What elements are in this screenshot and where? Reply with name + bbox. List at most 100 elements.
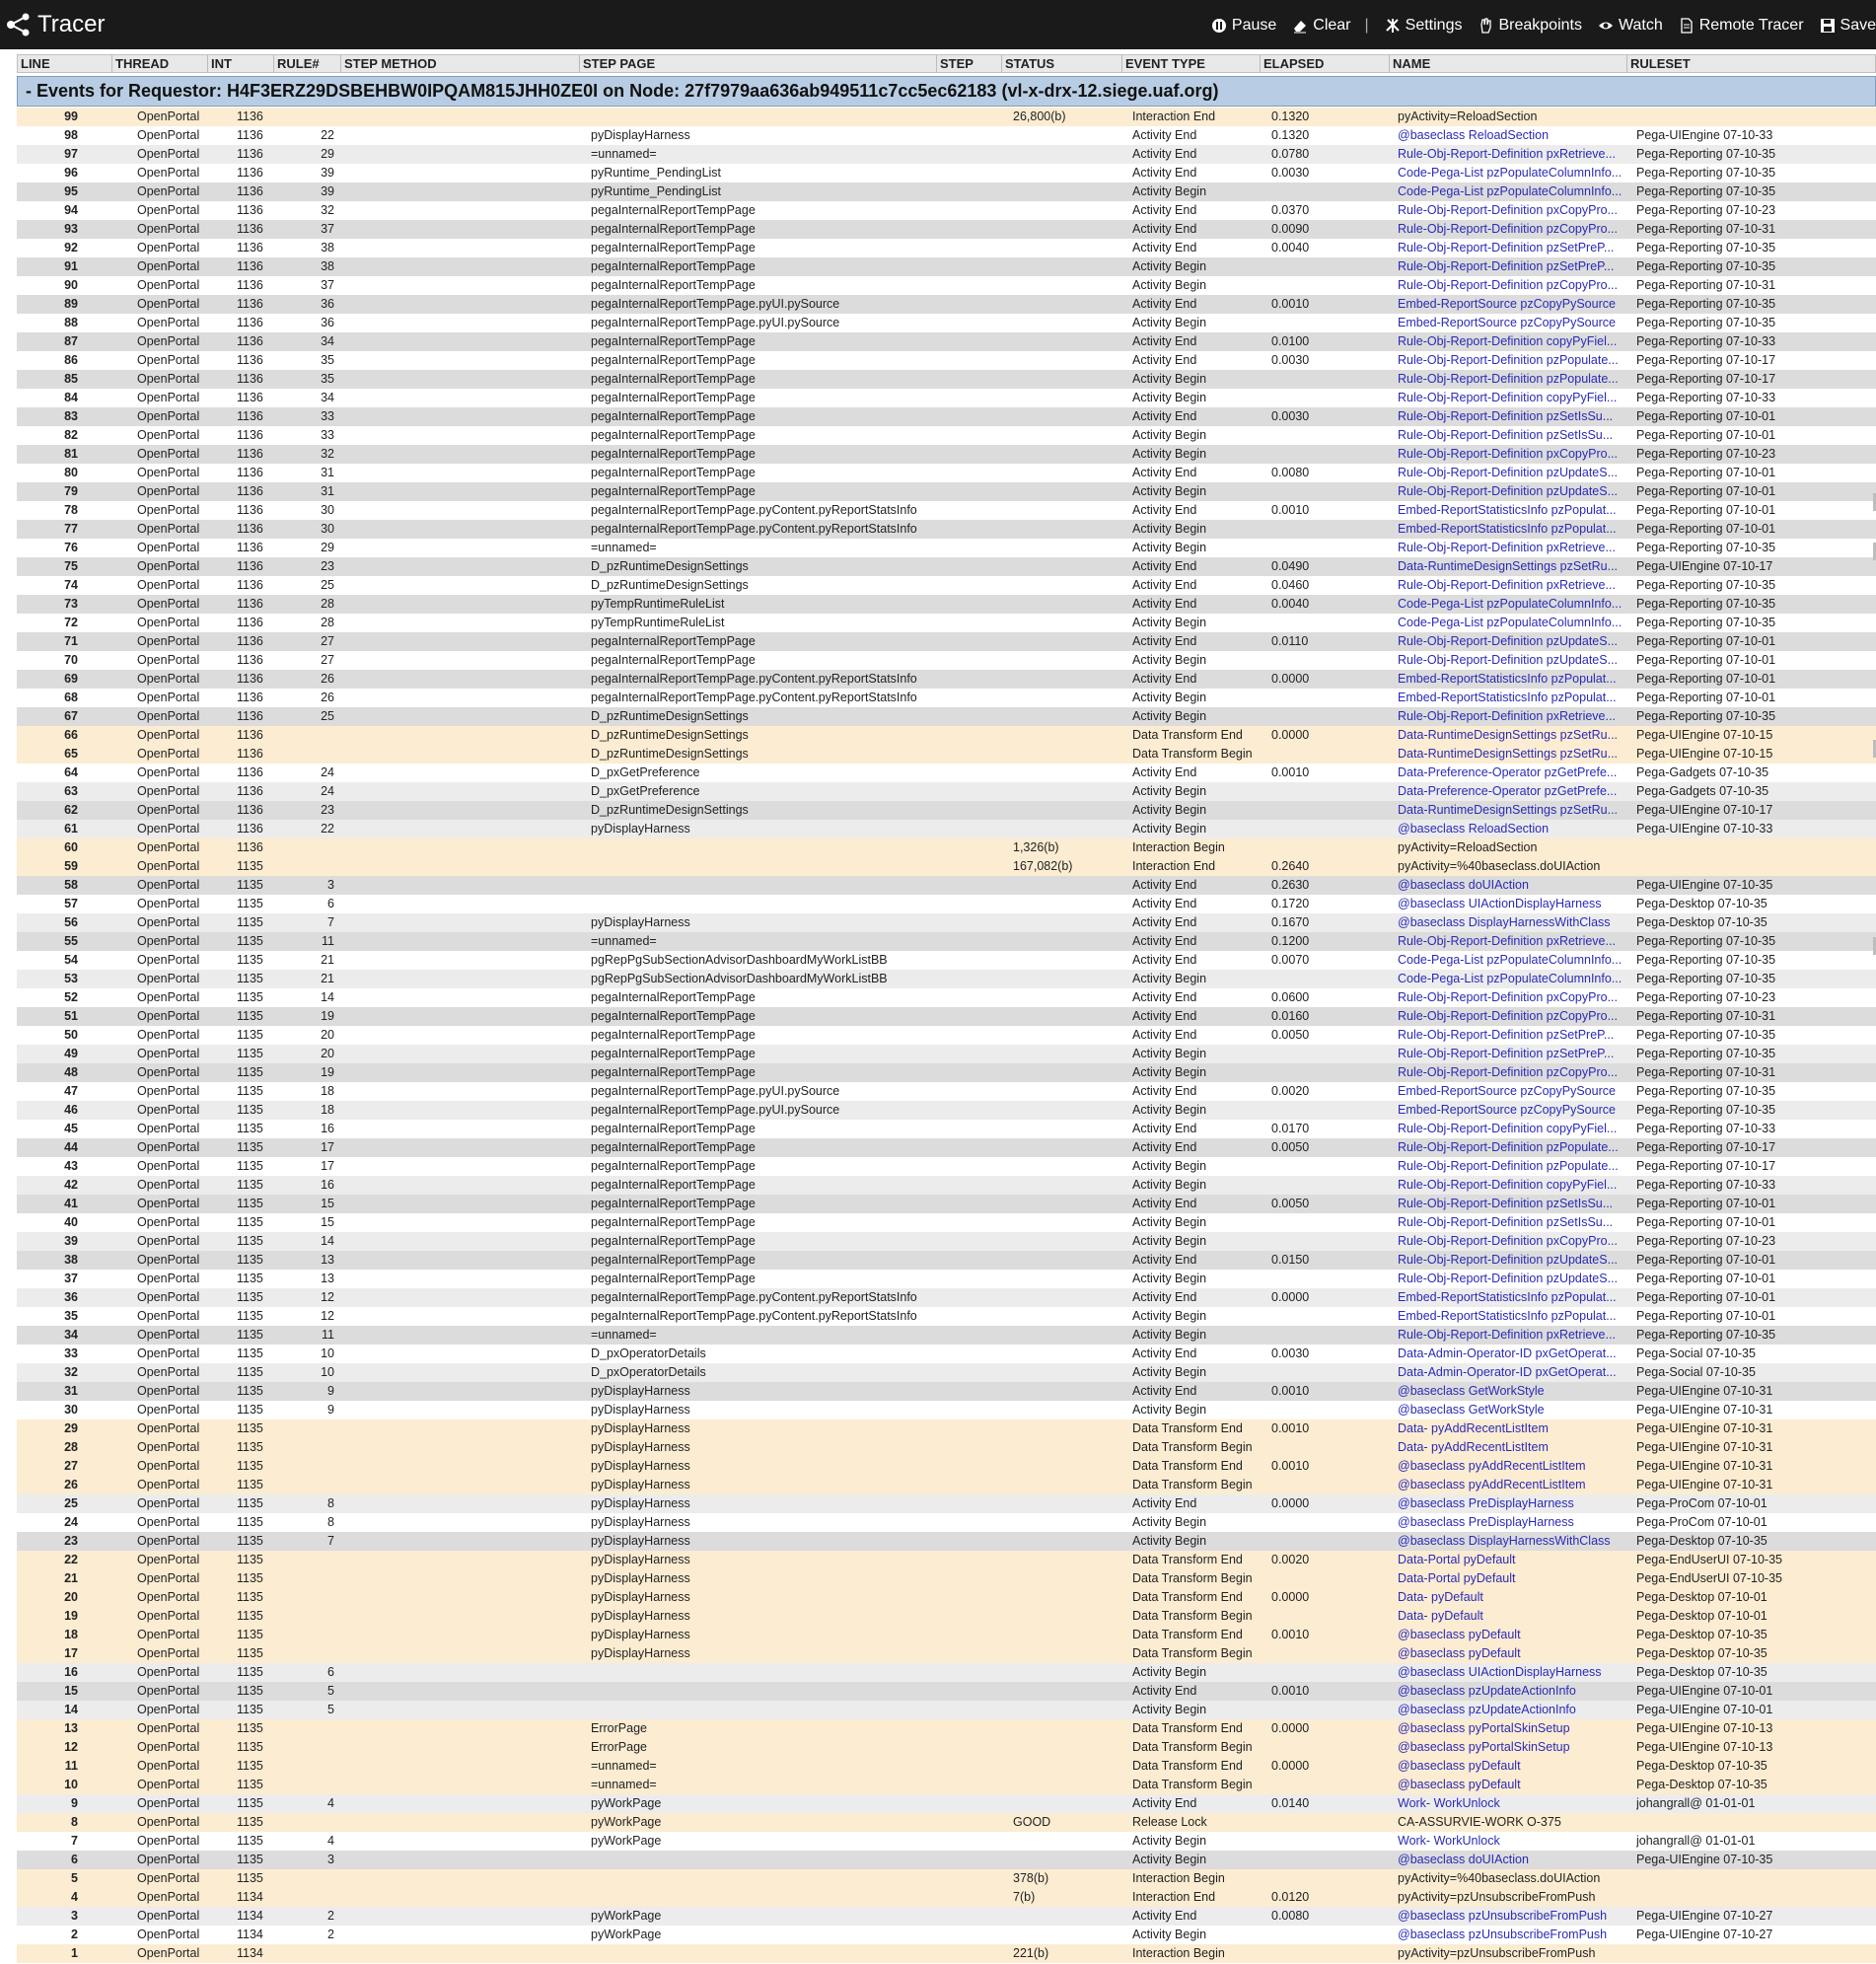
table-row[interactable]: 92 OpenPortal 1136 38 pegaInternalReportTemp…	[17, 239, 1876, 257]
save-button[interactable]: Save	[1820, 17, 1876, 35]
table-row[interactable]: 19 OpenPortal 1135 pyDisplayHarness Data Tra…	[17, 1607, 1876, 1626]
name-cell[interactable]: @baseclass pyDefault	[1398, 1626, 1638, 1644]
column-header-line[interactable]: LINE	[18, 55, 112, 72]
name-cell[interactable]: Rule-Obj-Report-Definition pzUpdateS...	[1398, 1270, 1638, 1288]
name-cell[interactable]: Rule-Obj-Report-Definition pzUpdateS...	[1398, 651, 1638, 670]
table-row[interactable]: 41 OpenPortal 1135 15 pegaInternalReportTemp…	[17, 1195, 1876, 1213]
table-row[interactable]: 50 OpenPortal 1135 20 pegaInternalReportTemp…	[17, 1026, 1876, 1045]
table-row[interactable]: 4 OpenPortal 1134 7(b) Interaction End 0.0120…	[17, 1888, 1876, 1907]
name-cell[interactable]: @baseclass pyPortalSkinSetup	[1398, 1738, 1638, 1757]
name-cell[interactable]: Rule-Obj-Report-Definition pzUpdateS...	[1398, 482, 1638, 501]
name-cell[interactable]: Rule-Obj-Report-Definition pzUpdateS...	[1398, 464, 1638, 482]
name-cell[interactable]: Work- WorkUnlock	[1398, 1794, 1638, 1813]
name-cell[interactable]: @baseclass pzUpdateActionInfo	[1398, 1701, 1638, 1719]
name-cell[interactable]: Rule-Obj-Report-Definition pxRetrieve...	[1398, 145, 1638, 164]
name-cell[interactable]: @baseclass DisplayHarnessWithClass	[1398, 1532, 1638, 1551]
name-cell[interactable]: Rule-Obj-Report-Definition pzPopulate...	[1398, 1138, 1638, 1157]
table-row[interactable]: 3 OpenPortal 1134 2 pyWorkPage Activity End 0.…	[17, 1907, 1876, 1926]
name-cell[interactable]: Data-RuntimeDesignSettings pzSetRu...	[1398, 557, 1638, 576]
name-cell[interactable]: @baseclass pyPortalSkinSetup	[1398, 1719, 1638, 1738]
table-row[interactable]: 79 OpenPortal 1136 31 pegaInternalReportTemp…	[17, 482, 1876, 501]
table-row[interactable]: 68 OpenPortal 1136 26 pegaInternalReportTemp…	[17, 689, 1876, 707]
name-cell[interactable]: Embed-ReportStatisticsInfo pzPopulat...	[1398, 1307, 1638, 1326]
table-row[interactable]: 36 OpenPortal 1135 12 pegaInternalReportTemp…	[17, 1288, 1876, 1307]
name-cell[interactable]: Rule-Obj-Report-Definition pxRetrieve...	[1398, 539, 1638, 557]
name-cell[interactable]: Embed-ReportSource pzCopyPySource	[1398, 295, 1638, 314]
table-row[interactable]: 77 OpenPortal 1136 30 pegaInternalReportTemp…	[17, 520, 1876, 539]
table-row[interactable]: 51 OpenPortal 1135 19 pegaInternalReportTemp…	[17, 1007, 1876, 1026]
name-cell[interactable]: @baseclass ReloadSection	[1398, 820, 1638, 838]
name-cell[interactable]: Rule-Obj-Report-Definition pxCopyPro...	[1398, 201, 1638, 220]
name-cell[interactable]: @baseclass pyDefault	[1398, 1644, 1638, 1663]
name-cell[interactable]: Data-Portal pyDefault	[1398, 1569, 1638, 1588]
table-row[interactable]: 44 OpenPortal 1135 17 pegaInternalReportTemp…	[17, 1138, 1876, 1157]
name-cell[interactable]: Code-Pega-List pzPopulateColumnInfo...	[1398, 970, 1638, 988]
table-row[interactable]: 86 OpenPortal 1136 35 pegaInternalReportTemp…	[17, 351, 1876, 370]
table-row[interactable]: 65 OpenPortal 1136 D_pzRuntimeDesignSetting…	[17, 745, 1876, 764]
table-row[interactable]: 18 OpenPortal 1135 pyDisplayHarness Data Tra…	[17, 1626, 1876, 1644]
name-cell[interactable]: Embed-ReportStatisticsInfo pzPopulat...	[1398, 670, 1638, 689]
table-row[interactable]: 12 OpenPortal 1135 ErrorPage Data Transform …	[17, 1738, 1876, 1757]
table-row[interactable]: 66 OpenPortal 1136 D_pzRuntimeDesignSetting…	[17, 726, 1876, 745]
table-row[interactable]: 87 OpenPortal 1136 34 pegaInternalReportTemp…	[17, 332, 1876, 351]
name-cell[interactable]: Rule-Obj-Report-Definition pzSetPreP...	[1398, 1026, 1638, 1045]
name-cell[interactable]: Rule-Obj-Report-Definition pzCopyPro...	[1398, 220, 1638, 239]
table-row[interactable]: 63 OpenPortal 1136 24 D_pxGetPreference Activ…	[17, 782, 1876, 801]
name-cell[interactable]: Rule-Obj-Report-Definition pzCopyPro...	[1398, 1007, 1638, 1026]
name-cell[interactable]: Code-Pega-List pzPopulateColumnInfo...	[1398, 951, 1638, 970]
name-cell[interactable]: Rule-Obj-Report-Definition pxCopyPro...	[1398, 988, 1638, 1007]
table-row[interactable]: 52 OpenPortal 1135 14 pegaInternalReportTemp…	[17, 988, 1876, 1007]
column-header-status[interactable]: STATUS	[1002, 55, 1122, 72]
table-row[interactable]: 45 OpenPortal 1135 16 pegaInternalReportTemp…	[17, 1120, 1876, 1138]
name-cell[interactable]: Data- pyAddRecentListItem	[1398, 1419, 1638, 1438]
column-header-elapsed[interactable]: ELAPSED	[1261, 55, 1390, 72]
table-row[interactable]: 43 OpenPortal 1135 17 pegaInternalReportTemp…	[17, 1157, 1876, 1176]
table-row[interactable]: 81 OpenPortal 1136 32 pegaInternalReportTemp…	[17, 445, 1876, 464]
table-row[interactable]: 29 OpenPortal 1135 pyDisplayHarness Data Tra…	[17, 1419, 1876, 1438]
name-cell[interactable]: @baseclass doUIAction	[1398, 1851, 1638, 1869]
name-cell[interactable]: Data-Preference-Operator pzGetPrefe...	[1398, 764, 1638, 782]
name-cell[interactable]: @baseclass pyDefault	[1398, 1776, 1638, 1794]
table-row[interactable]: 26 OpenPortal 1135 pyDisplayHarness Data Tra…	[17, 1476, 1876, 1494]
table-row[interactable]: 27 OpenPortal 1135 pyDisplayHarness Data Tra…	[17, 1457, 1876, 1476]
name-cell[interactable]: Rule-Obj-Report-Definition pzUpdateS...	[1398, 632, 1638, 651]
table-row[interactable]: 24 OpenPortal 1135 8 pyDisplayHarness Activit…	[17, 1513, 1876, 1532]
name-cell[interactable]: Data-Preference-Operator pzGetPrefe...	[1398, 782, 1638, 801]
column-header-step-page[interactable]: STEP PAGE	[580, 55, 937, 72]
scrollbar[interactable]	[1872, 118, 1876, 1963]
table-row[interactable]: 31 OpenPortal 1135 9 pyDisplayHarness Activit…	[17, 1382, 1876, 1401]
table-row[interactable]: 6 OpenPortal 1135 3 Activity Begin @baseclass…	[17, 1851, 1876, 1869]
name-cell[interactable]: @baseclass pzUnsubscribeFromPush	[1398, 1926, 1638, 1944]
column-header-step[interactable]: STEP	[937, 55, 1002, 72]
name-cell[interactable]: @baseclass doUIAction	[1398, 876, 1638, 895]
name-cell[interactable]: Rule-Obj-Report-Definition pxRetrieve...	[1398, 932, 1638, 951]
name-cell[interactable]: Embed-ReportStatisticsInfo pzPopulat...	[1398, 1288, 1638, 1307]
watch-button[interactable]: Watch	[1598, 17, 1663, 35]
table-row[interactable]: 62 OpenPortal 1136 23 D_pzRuntimeDesignSetti…	[17, 801, 1876, 820]
name-cell[interactable]: Embed-ReportStatisticsInfo pzPopulat...	[1398, 501, 1638, 520]
table-row[interactable]: 35 OpenPortal 1135 12 pegaInternalReportTemp…	[17, 1307, 1876, 1326]
column-header-rule[interactable]: RULE#	[274, 55, 341, 72]
table-row[interactable]: 42 OpenPortal 1135 16 pegaInternalReportTemp…	[17, 1176, 1876, 1195]
pause-button[interactable]: Pause	[1211, 17, 1276, 35]
table-row[interactable]: 82 OpenPortal 1136 33 pegaInternalReportTemp…	[17, 426, 1876, 445]
table-row[interactable]: 98 OpenPortal 1136 22 pyDisplayHarness Activi…	[17, 126, 1876, 145]
table-row[interactable]: 17 OpenPortal 1135 pyDisplayHarness Data Tra…	[17, 1644, 1876, 1663]
name-cell[interactable]: @baseclass ReloadSection	[1398, 126, 1638, 145]
name-cell[interactable]: Rule-Obj-Report-Definition pzSetPreP...	[1398, 1045, 1638, 1063]
table-row[interactable]: 2 OpenPortal 1134 2 pyWorkPage Activity Begin…	[17, 1926, 1876, 1944]
name-cell[interactable]: @baseclass pzUpdateActionInfo	[1398, 1682, 1638, 1701]
column-header-ruleset[interactable]: RULESET	[1627, 55, 1876, 72]
name-cell[interactable]: Rule-Obj-Report-Definition pxRetrieve...	[1398, 1326, 1638, 1345]
name-cell[interactable]: @baseclass DisplayHarnessWithClass	[1398, 913, 1638, 932]
table-row[interactable]: 8 OpenPortal 1135 pyWorkPage GOOD Release Loc…	[17, 1813, 1876, 1832]
table-row[interactable]: 48 OpenPortal 1135 19 pegaInternalReportTemp…	[17, 1063, 1876, 1082]
remote-tracer-button[interactable]: Remote Tracer	[1679, 17, 1804, 35]
name-cell[interactable]: @baseclass PreDisplayHarness	[1398, 1494, 1638, 1513]
clear-button[interactable]: Clear	[1292, 17, 1351, 35]
table-row[interactable]: 58 OpenPortal 1135 3 Activity End 0.2630 @base…	[17, 876, 1876, 895]
table-row[interactable]: 76 OpenPortal 1136 29 =unnamed= Activity Begi…	[17, 539, 1876, 557]
table-row[interactable]: 21 OpenPortal 1135 pyDisplayHarness Data Tra…	[17, 1569, 1876, 1588]
name-cell[interactable]: Rule-Obj-Report-Definition pxCopyPro...	[1398, 445, 1638, 464]
table-row[interactable]: 7 OpenPortal 1135 4 pyWorkPage Activity Begin…	[17, 1832, 1876, 1851]
